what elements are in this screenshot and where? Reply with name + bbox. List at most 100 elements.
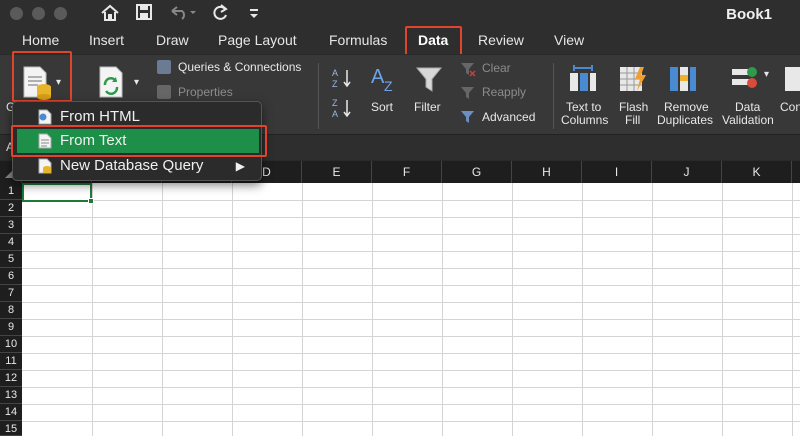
row-header[interactable]: 1 xyxy=(0,183,22,200)
row-header[interactable]: 13 xyxy=(0,387,22,404)
grid-line xyxy=(22,387,800,388)
column-header[interactable]: J xyxy=(652,161,722,183)
sort-descending-icon[interactable]: ZA xyxy=(332,97,354,124)
properties-button[interactable]: Properties xyxy=(178,86,233,99)
sort-ascending-icon[interactable]: AZ xyxy=(332,67,354,94)
row-header[interactable]: 14 xyxy=(0,404,22,421)
svg-text:Z: Z xyxy=(384,78,393,93)
grid-line xyxy=(652,183,653,436)
get-data-highlight xyxy=(12,51,72,102)
column-header[interactable]: F xyxy=(372,161,442,183)
save-icon[interactable] xyxy=(135,3,153,26)
tab-review[interactable]: Review xyxy=(478,32,524,48)
html-file-icon xyxy=(38,109,52,125)
customize-icon[interactable] xyxy=(248,3,260,25)
menu-item-label: New Database Query xyxy=(60,157,204,174)
row-header[interactable]: 6 xyxy=(0,268,22,285)
svg-text:A: A xyxy=(332,68,338,78)
row-header[interactable]: 2 xyxy=(0,200,22,217)
queries-connections-button[interactable]: Queries & Connections xyxy=(178,61,301,74)
text-to-columns-label-2[interactable]: Columns xyxy=(561,114,608,127)
svg-text:Z: Z xyxy=(332,98,338,108)
grid-line xyxy=(22,251,800,252)
data-tab-highlight xyxy=(405,26,462,57)
title-bar: Book1 xyxy=(0,0,800,28)
column-header[interactable]: H xyxy=(512,161,582,183)
menu-item-new-database-query[interactable]: New Database Query ▶ xyxy=(17,154,259,178)
data-validation-label-2[interactable]: Validation xyxy=(722,114,774,127)
redo-icon[interactable] xyxy=(210,3,230,28)
chevron-down-icon: ▾ xyxy=(764,69,770,80)
consolidate-icon xyxy=(783,63,800,93)
ribbon-separator xyxy=(553,63,554,129)
refresh-all-button[interactable]: ▾ xyxy=(96,65,139,106)
grid-line xyxy=(302,183,303,436)
column-header[interactable]: E xyxy=(302,161,372,183)
grid-line xyxy=(22,285,800,286)
ribbon-separator xyxy=(318,63,319,129)
sort-icon: AZ xyxy=(370,63,400,98)
home-icon[interactable] xyxy=(100,3,120,28)
window-title: Book1 xyxy=(726,6,772,23)
row-header[interactable]: 5 xyxy=(0,251,22,268)
remove-duplicates-label-2[interactable]: Duplicates xyxy=(657,114,713,127)
advanced-button[interactable]: Advanced xyxy=(482,111,535,124)
grid-line xyxy=(372,183,373,436)
fill-handle[interactable] xyxy=(88,198,94,204)
close-window-button[interactable] xyxy=(10,7,23,20)
svg-text:Z: Z xyxy=(332,79,338,89)
tab-formulas[interactable]: Formulas xyxy=(329,32,387,48)
properties-icon xyxy=(157,85,171,99)
row-header[interactable]: 4 xyxy=(0,234,22,251)
grid-line xyxy=(442,183,443,436)
text-to-columns-icon xyxy=(568,63,598,98)
tab-home[interactable]: Home xyxy=(22,32,59,48)
row-header[interactable]: 9 xyxy=(0,319,22,336)
active-cell[interactable] xyxy=(22,183,92,202)
row-header[interactable]: 11 xyxy=(0,353,22,370)
row-header[interactable]: 7 xyxy=(0,285,22,302)
grid-line xyxy=(22,404,800,405)
row-header[interactable]: 15 xyxy=(0,421,22,436)
row-header[interactable]: 3 xyxy=(0,217,22,234)
grid-line xyxy=(22,234,800,235)
svg-text:A: A xyxy=(332,109,338,119)
grid-line xyxy=(22,200,800,201)
zoom-window-button[interactable] xyxy=(54,7,67,20)
undo-icon[interactable] xyxy=(168,3,196,26)
row-header[interactable]: 10 xyxy=(0,336,22,353)
filter-button[interactable]: Filter xyxy=(414,101,441,114)
row-header[interactable]: 12 xyxy=(0,370,22,387)
column-header[interactable]: G xyxy=(442,161,512,183)
grid-line xyxy=(582,183,583,436)
minimize-window-button[interactable] xyxy=(32,7,45,20)
submenu-arrow-icon: ▶ xyxy=(235,159,245,173)
clear-button[interactable]: Clear xyxy=(482,62,511,75)
data-validation-icon: ▾ xyxy=(730,63,769,98)
grid-line xyxy=(22,353,800,354)
consolidate-label[interactable]: Con xyxy=(780,101,800,114)
grid-line xyxy=(22,268,800,269)
reapply-button[interactable]: Reapply xyxy=(482,86,526,99)
column-header[interactable]: K xyxy=(722,161,792,183)
svg-text:A: A xyxy=(371,66,385,88)
column-header[interactable]: I xyxy=(582,161,652,183)
grid-line xyxy=(22,336,800,337)
excel-window: Book1 Home Insert Draw Page Layout Formu… xyxy=(0,0,800,436)
grid-line xyxy=(792,183,793,436)
grid-line xyxy=(22,217,800,218)
chevron-down-icon: ▾ xyxy=(134,77,140,88)
remove-duplicates-icon xyxy=(668,63,698,98)
tab-insert[interactable]: Insert xyxy=(89,32,124,48)
flash-fill-label-2[interactable]: Fill xyxy=(625,114,640,127)
tab-view[interactable]: View xyxy=(554,32,584,48)
spreadsheet-grid[interactable]: 1 2 3 4 5 6 7 8 9 10 11 12 13 14 15 xyxy=(0,183,800,436)
grid-line xyxy=(512,183,513,436)
tab-draw[interactable]: Draw xyxy=(156,32,189,48)
grid-line xyxy=(22,421,800,422)
tab-page-layout[interactable]: Page Layout xyxy=(218,32,297,48)
row-header[interactable]: 8 xyxy=(0,302,22,319)
flash-fill-icon xyxy=(618,63,648,98)
grid-line xyxy=(92,183,93,436)
sort-button[interactable]: Sort xyxy=(371,101,393,114)
